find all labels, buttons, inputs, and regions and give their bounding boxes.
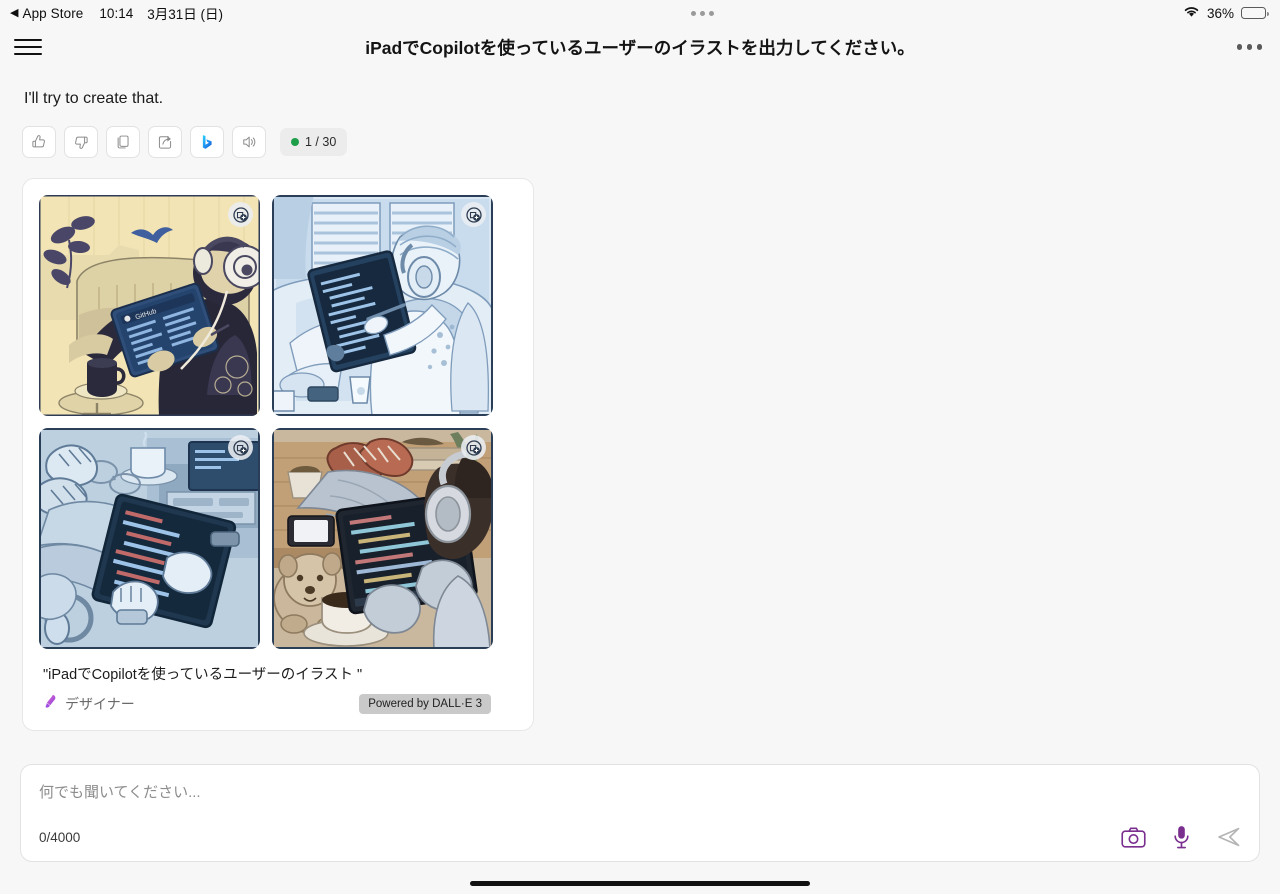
illustration-2 <box>272 195 493 416</box>
status-bar-right: 36% <box>1183 5 1269 21</box>
status-bar-left[interactable]: ◀ App Store 10:14 3月31日 (日) <box>10 3 223 23</box>
status-bar-center <box>223 10 1183 16</box>
turn-counter-dot <box>291 138 299 146</box>
turn-counter-badge: 1 / 30 <box>280 128 348 156</box>
paintbrush-icon <box>43 694 58 714</box>
conversation-area: I'll try to create that. 1 / 30 GitHub "… <box>0 68 1280 731</box>
multitask-dots-icon[interactable] <box>691 10 715 16</box>
wifi-icon <box>1183 5 1200 21</box>
generated-image-4[interactable] <box>272 428 493 649</box>
battery-percent-label: 36% <box>1206 5 1234 21</box>
generated-image-3[interactable] <box>39 428 260 649</box>
speaker-icon[interactable] <box>232 126 266 158</box>
hamburger-menu-icon[interactable] <box>14 36 42 58</box>
ai-generated-badge-icon <box>461 435 486 460</box>
message-action-toolbar: 1 / 30 <box>22 126 1258 158</box>
page-title: iPadでCopilotを使っているユーザーのイラストを出力してください。 <box>365 37 915 58</box>
back-app-label[interactable]: App Store <box>22 6 83 21</box>
thumbs-up-icon[interactable] <box>22 126 56 158</box>
illustration-4 <box>272 428 493 649</box>
back-arrow-icon[interactable]: ◀ <box>10 7 18 19</box>
send-icon[interactable] <box>1217 826 1241 848</box>
generated-image-2[interactable] <box>272 195 493 416</box>
ai-generated-badge-icon <box>228 435 253 460</box>
composer-bottom-row: 0/4000 <box>39 825 1241 849</box>
battery-icon <box>1241 7 1269 19</box>
image-grid: GitHub <box>39 195 517 649</box>
image-credit-row: デザイナー Powered by DALL·E 3 <box>39 694 517 714</box>
composer-placeholder[interactable]: 何でも聞いてください... <box>39 781 1241 802</box>
thumbs-down-icon[interactable] <box>64 126 98 158</box>
message-composer[interactable]: 何でも聞いてください... 0/4000 <box>20 764 1260 862</box>
status-time: 10:14 <box>99 5 134 21</box>
share-icon[interactable] <box>148 126 182 158</box>
illustration-1: GitHub <box>39 195 260 416</box>
ai-generated-badge-icon <box>461 202 486 227</box>
microphone-icon[interactable] <box>1172 825 1191 849</box>
status-bar: ◀ App Store 10:14 3月31日 (日) 36% <box>0 0 1280 26</box>
generated-image-1[interactable]: GitHub <box>39 195 260 416</box>
app-header: iPadでCopilotを使っているユーザーのイラストを出力してください。 <box>0 26 1280 68</box>
assistant-answer-text: I'll try to create that. <box>24 90 164 107</box>
designer-credit: デザイナー <box>43 694 135 714</box>
designer-label: デザイナー <box>65 696 135 712</box>
powered-by-badge: Powered by DALL·E 3 <box>359 694 491 714</box>
copy-icon[interactable] <box>106 126 140 158</box>
composer-actions <box>1121 825 1241 849</box>
home-indicator <box>470 881 810 886</box>
status-date: 3月31日 (日) <box>147 7 223 22</box>
turn-counter-label: 1 / 30 <box>305 135 337 149</box>
illustration-3 <box>39 428 260 649</box>
image-caption: "iPadでCopilotを使っているユーザーのイラスト " <box>43 667 363 683</box>
more-options-icon[interactable] <box>1236 44 1262 50</box>
camera-icon[interactable] <box>1121 827 1146 848</box>
ai-generated-badge-icon <box>228 202 253 227</box>
bing-logo-icon[interactable] <box>190 126 224 158</box>
character-counter: 0/4000 <box>39 829 81 845</box>
generated-image-card: GitHub "iPadでCopilotを使っているユーザーのイラスト " デザ… <box>22 178 534 731</box>
